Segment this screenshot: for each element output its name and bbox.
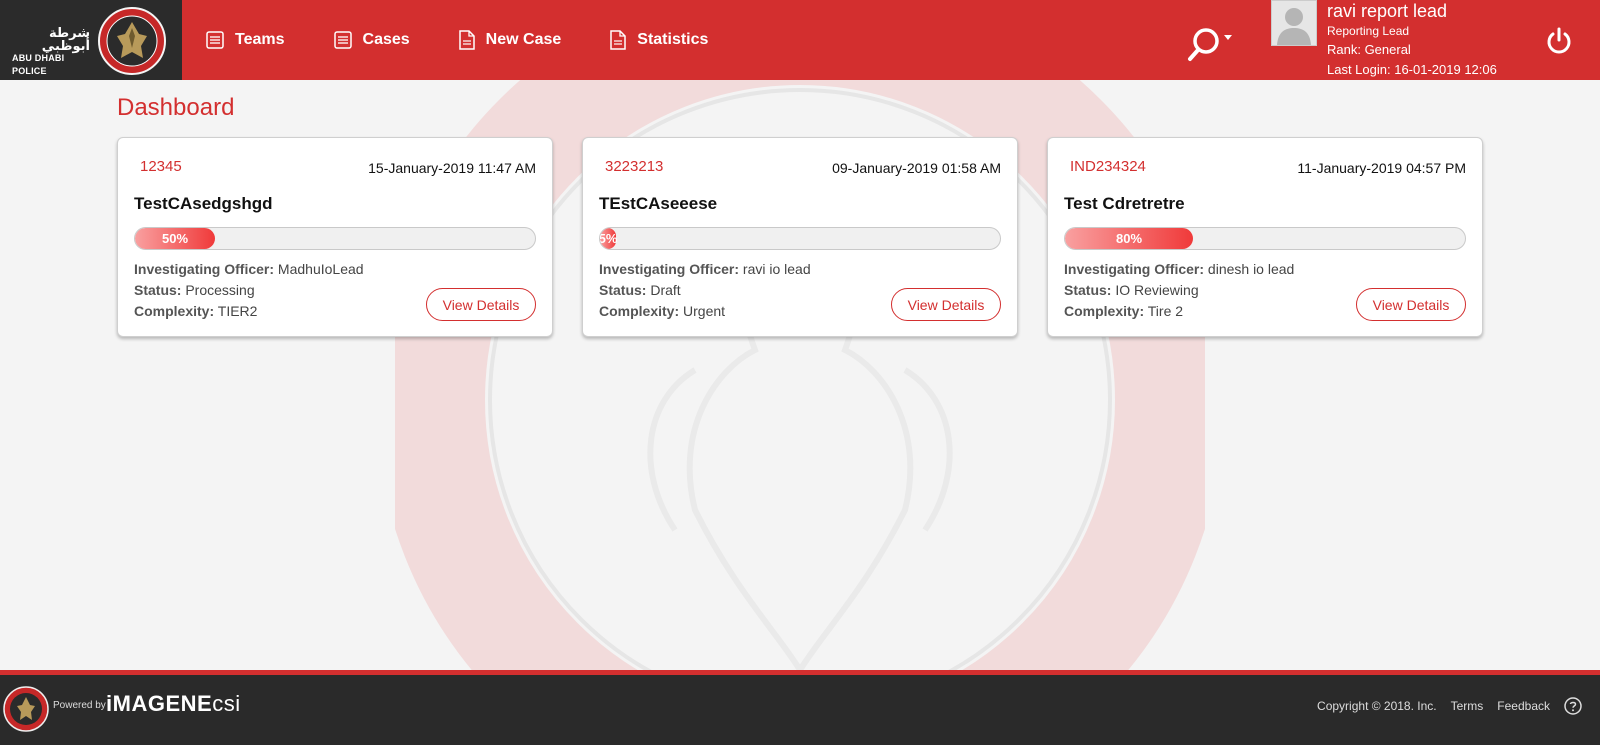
user-avatar-icon bbox=[1277, 8, 1311, 45]
view-details-button[interactable]: View Details bbox=[1356, 288, 1466, 321]
case-progress-fill: 50% bbox=[135, 228, 215, 249]
logo-english-text: ABU DHABI POLICE bbox=[12, 53, 65, 76]
case-progress-bar: 80% bbox=[1064, 227, 1466, 250]
search-button[interactable] bbox=[1185, 24, 1235, 64]
police-emblem-icon bbox=[98, 7, 166, 75]
case-status-row: Status: Draft bbox=[599, 280, 811, 301]
main-content: Dashboard 12345 15-January-2019 11:47 AM… bbox=[0, 80, 1600, 670]
case-officer: dinesh io lead bbox=[1207, 261, 1295, 277]
nav-new-case-label: New Case bbox=[485, 31, 562, 48]
nav-cases[interactable]: Cases bbox=[333, 30, 410, 50]
chevron-down-icon bbox=[1224, 35, 1232, 40]
search-icon bbox=[1188, 28, 1232, 61]
case-progress-bar: 5% bbox=[599, 227, 1001, 250]
list-icon bbox=[333, 31, 352, 49]
complexity-label: Complexity: bbox=[1064, 303, 1145, 319]
status-label: Status: bbox=[1064, 282, 1112, 298]
view-details-button[interactable]: View Details bbox=[426, 288, 536, 321]
user-info: ravi report lead Reporting Lead Rank: Ge… bbox=[1327, 0, 1497, 80]
logo-arabic-text: شرطة أبوظبي bbox=[41, 25, 90, 53]
nav-statistics[interactable]: Statistics bbox=[609, 30, 708, 50]
footer-links: Copyright © 2018. Inc. Terms Feedback bbox=[1303, 697, 1582, 715]
case-complexity: Tire 2 bbox=[1147, 303, 1184, 319]
user-role: Reporting Lead bbox=[1327, 24, 1410, 38]
page-title: Dashboard bbox=[117, 94, 235, 121]
case-date: 11-January-2019 04:57 PM bbox=[1297, 160, 1466, 176]
vendor-brand-bold: iMAGENE bbox=[106, 691, 213, 716]
powered-by-text: Powered by bbox=[53, 700, 106, 711]
case-status: Draft bbox=[650, 282, 681, 298]
case-officer: MadhuIoLead bbox=[277, 261, 364, 277]
case-complexity-row: Complexity: Urgent bbox=[599, 301, 811, 322]
case-date: 09-January-2019 01:58 AM bbox=[832, 160, 1001, 176]
logout-button[interactable] bbox=[1544, 26, 1574, 56]
case-officer-row: Investigating Officer: ravi io lead bbox=[599, 259, 811, 280]
case-status-row: Status: IO Reviewing bbox=[1064, 280, 1294, 301]
footer: Powered by iMAGENEcsi Copyright © 2018. … bbox=[0, 675, 1600, 745]
case-progress-bar: 50% bbox=[134, 227, 536, 250]
case-complexity: Urgent bbox=[683, 303, 726, 319]
document-icon bbox=[458, 30, 475, 50]
main-nav: Teams Cases New Case Statistics bbox=[205, 0, 756, 80]
case-date: 15-January-2019 11:47 AM bbox=[368, 160, 536, 176]
case-title: TEstCAseeese bbox=[599, 194, 718, 213]
complexity-label: Complexity: bbox=[599, 303, 680, 319]
case-id[interactable]: 12345 bbox=[140, 158, 182, 175]
avatar[interactable] bbox=[1271, 0, 1317, 46]
case-card: IND234324 11-January-2019 04:57 PM Test … bbox=[1047, 137, 1483, 337]
help-icon[interactable] bbox=[1564, 697, 1582, 715]
case-progress-fill: 80% bbox=[1065, 228, 1193, 249]
case-complexity-row: Complexity: TIER2 bbox=[134, 301, 364, 322]
top-header: شرطة أبوظبي ABU DHABI POLICE Teams Cases… bbox=[0, 0, 1600, 80]
nav-teams[interactable]: Teams bbox=[205, 30, 285, 50]
officer-label: Investigating Officer: bbox=[1064, 261, 1205, 277]
view-details-button[interactable]: View Details bbox=[891, 288, 1001, 321]
list-icon bbox=[206, 31, 224, 49]
case-title: TestCAsedgshgd bbox=[134, 194, 273, 213]
user-last-login: Last Login: 16-01-2019 12:06 bbox=[1327, 62, 1497, 77]
case-card: 12345 15-January-2019 11:47 AM TestCAsed… bbox=[117, 137, 553, 337]
case-id[interactable]: IND234324 bbox=[1070, 158, 1146, 175]
case-status: IO Reviewing bbox=[1115, 282, 1199, 298]
case-officer-row: Investigating Officer: MadhuIoLead bbox=[134, 259, 364, 280]
logo-text: شرطة أبوظبي ABU DHABI POLICE bbox=[12, 26, 92, 78]
status-label: Status: bbox=[134, 282, 182, 298]
case-meta: Investigating Officer: ravi io lead Stat… bbox=[599, 259, 811, 322]
officer-label: Investigating Officer: bbox=[134, 261, 275, 277]
user-name: ravi report lead bbox=[1327, 1, 1448, 21]
officer-label: Investigating Officer: bbox=[599, 261, 740, 277]
case-complexity: TIER2 bbox=[217, 303, 258, 319]
case-meta: Investigating Officer: dinesh io lead St… bbox=[1064, 259, 1294, 322]
status-label: Status: bbox=[599, 282, 647, 298]
document-icon bbox=[610, 30, 627, 50]
logo[interactable]: شرطة أبوظبي ABU DHABI POLICE bbox=[0, 0, 182, 80]
terms-link[interactable]: Terms bbox=[1451, 699, 1484, 713]
case-officer: ravi io lead bbox=[742, 261, 811, 277]
case-progress-fill: 5% bbox=[600, 228, 617, 249]
case-officer-row: Investigating Officer: dinesh io lead bbox=[1064, 259, 1294, 280]
user-rank: Rank: General bbox=[1327, 42, 1411, 57]
power-icon bbox=[1547, 27, 1571, 54]
case-status-row: Status: Processing bbox=[134, 280, 364, 301]
nav-new-case[interactable]: New Case bbox=[458, 30, 562, 50]
case-title: Test Cdretretre bbox=[1064, 194, 1185, 213]
case-id[interactable]: 3223213 bbox=[605, 158, 663, 175]
vendor-brand-light: csi bbox=[212, 691, 241, 716]
police-emblem-icon bbox=[3, 686, 49, 732]
case-complexity-row: Complexity: Tire 2 bbox=[1064, 301, 1294, 322]
case-meta: Investigating Officer: MadhuIoLead Statu… bbox=[134, 259, 364, 322]
copyright-text: Copyright © 2018. Inc. bbox=[1317, 699, 1437, 713]
case-card: 3223213 09-January-2019 01:58 AM TEstCAs… bbox=[582, 137, 1018, 337]
nav-statistics-label: Statistics bbox=[637, 31, 709, 48]
nav-cases-label: Cases bbox=[362, 31, 410, 48]
feedback-link[interactable]: Feedback bbox=[1497, 699, 1550, 713]
nav-teams-label: Teams bbox=[235, 31, 285, 48]
complexity-label: Complexity: bbox=[134, 303, 215, 319]
vendor-brand: iMAGENEcsi bbox=[106, 691, 241, 717]
case-status: Processing bbox=[185, 282, 255, 298]
